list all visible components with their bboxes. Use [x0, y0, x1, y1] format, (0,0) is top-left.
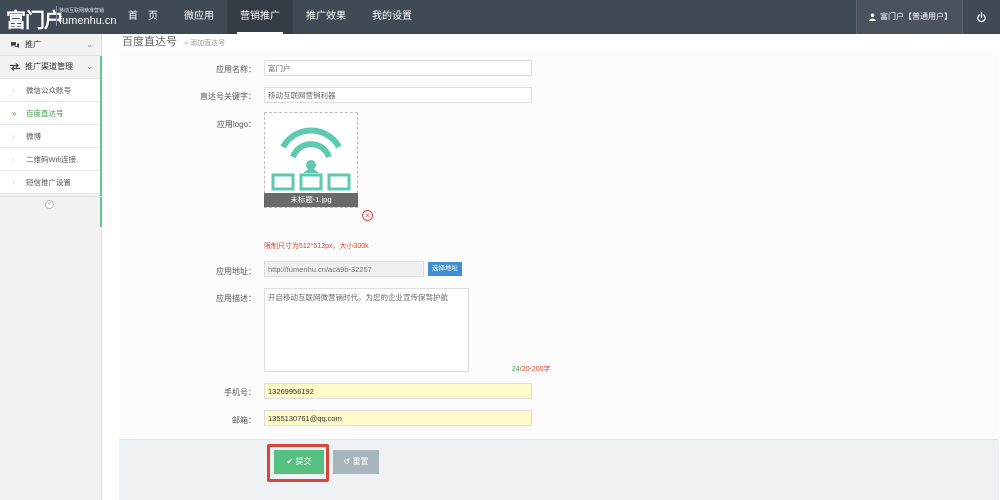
- sidebar-group-channel[interactable]: 推广渠道管理 ⌄: [0, 56, 101, 79]
- sidebar-group-label: 推广渠道管理: [25, 62, 73, 71]
- description-char-counter: 24/20-200字: [512, 364, 551, 374]
- collapse-icon[interactable]: «: [45, 200, 54, 209]
- brand-domain: fumenhu.cn: [59, 15, 117, 27]
- phone-input[interactable]: [264, 383, 532, 399]
- sidebar-collapse: «: [0, 196, 102, 210]
- user-menu[interactable]: 富门户【普通用户】: [856, 0, 962, 34]
- brand-name: 富门户: [6, 8, 64, 32]
- brand-tagline: 移动互联网精准营销: [59, 8, 105, 14]
- nav-micro-apps[interactable]: 微应用: [171, 0, 227, 34]
- logo-label: 应用logo：: [216, 120, 256, 129]
- description-textarea[interactable]: 开启移动互联网微营销时代，为您的企业宣传保驾护航: [264, 288, 469, 372]
- sidebar: 推广 ⌄ 推广渠道管理 ⌄ › 微信公众账号 » 百度直达号 › 微博 › 二维…: [0, 34, 102, 500]
- bullet-icon: ›: [12, 178, 15, 187]
- sidebar-item-label: 微信公众账号: [26, 86, 71, 95]
- keyword-input[interactable]: [264, 87, 532, 103]
- brand-divider: [56, 6, 57, 26]
- sidebar-item-label: 百度直达号: [26, 109, 64, 118]
- bullet-icon: ›: [12, 155, 15, 164]
- exchange-icon: [10, 63, 20, 71]
- bullet-icon: ›: [12, 86, 15, 95]
- sidebar-item-qrcode-wifi[interactable]: › 二维码Wifi连接: [0, 148, 101, 171]
- nav-marketing[interactable]: 营销推广: [227, 0, 293, 34]
- app-name-input[interactable]: [264, 60, 532, 76]
- description-label: 应用描述：: [216, 294, 256, 303]
- sidebar-item-wechat[interactable]: › 微信公众账号: [0, 79, 101, 102]
- remove-logo-icon[interactable]: ×: [362, 210, 373, 221]
- app-name-label: 应用名称：: [216, 65, 256, 74]
- page-title: 百度直达号: [122, 36, 177, 48]
- nav-my-settings[interactable]: 我的设置: [359, 0, 425, 34]
- power-icon: [977, 11, 986, 22]
- breadcrumb: 百度直达号 » 添加直达号: [122, 34, 225, 50]
- chevron-down-icon: ⌄: [86, 40, 93, 49]
- upload-limit-hint: 限制尺寸为512*512px，大小300k: [264, 243, 369, 250]
- chevron-down-icon: ⌄: [86, 62, 93, 71]
- email-input[interactable]: [264, 410, 532, 426]
- sidebar-group-promotion[interactable]: 推广 ⌄: [0, 34, 101, 56]
- reset-button[interactable]: ↺ 重置: [333, 450, 379, 474]
- app-url-input[interactable]: [264, 261, 424, 277]
- nav-home[interactable]: 首 页: [115, 0, 171, 34]
- submit-highlight-box: [267, 444, 329, 482]
- sidebar-item-label: 二维码Wifi连接: [26, 155, 76, 164]
- logo-filename: 未标题-1.jpg: [264, 193, 358, 207]
- double-chevron-icon: »: [12, 109, 17, 118]
- brand-logo[interactable]: 富门户 移动互联网精准营销 fumenhu.cn: [6, 3, 117, 32]
- counter-current: 24: [512, 366, 520, 373]
- url-label: 应用地址：: [216, 267, 256, 276]
- user-label: 富门户【普通用户】: [880, 12, 952, 21]
- chat-icon: [11, 41, 19, 48]
- sidebar-item-baidu[interactable]: » 百度直达号: [0, 102, 101, 125]
- bullet-icon: ›: [12, 132, 15, 141]
- sidebar-item-weibo[interactable]: › 微博: [0, 125, 101, 148]
- top-bar: 富门户 移动互联网精准营销 fumenhu.cn 首 页 微应用 营销推广 推广…: [0, 0, 1000, 34]
- select-url-button[interactable]: 选择地址: [428, 262, 462, 276]
- main-content: 百度直达号 » 添加直达号 应用名称： 直达号关键字： 应用logo： 未标题-…: [102, 34, 1000, 500]
- phone-label: 手机号：: [224, 388, 256, 397]
- email-label: 邮箱：: [232, 416, 256, 425]
- logout-button[interactable]: [962, 0, 1000, 34]
- sidebar-item-label: 微博: [26, 132, 41, 141]
- user-icon: [869, 13, 876, 21]
- nav-promotion-results[interactable]: 推广效果: [293, 0, 359, 34]
- form-actions-bar: [119, 439, 999, 500]
- keyword-label: 直达号关键字：: [200, 92, 256, 101]
- sidebar-item-label: 短信推广设置: [26, 178, 71, 187]
- breadcrumb-current: » 添加直达号: [184, 40, 226, 47]
- reset-label: 重置: [352, 457, 369, 466]
- sidebar-item-sms[interactable]: › 短信推广设置: [0, 171, 101, 194]
- counter-range: /20-200字: [519, 366, 551, 373]
- sidebar-group-label: 推广: [25, 39, 41, 49]
- main-nav: 首 页 微应用 营销推广 推广效果 我的设置: [115, 0, 425, 34]
